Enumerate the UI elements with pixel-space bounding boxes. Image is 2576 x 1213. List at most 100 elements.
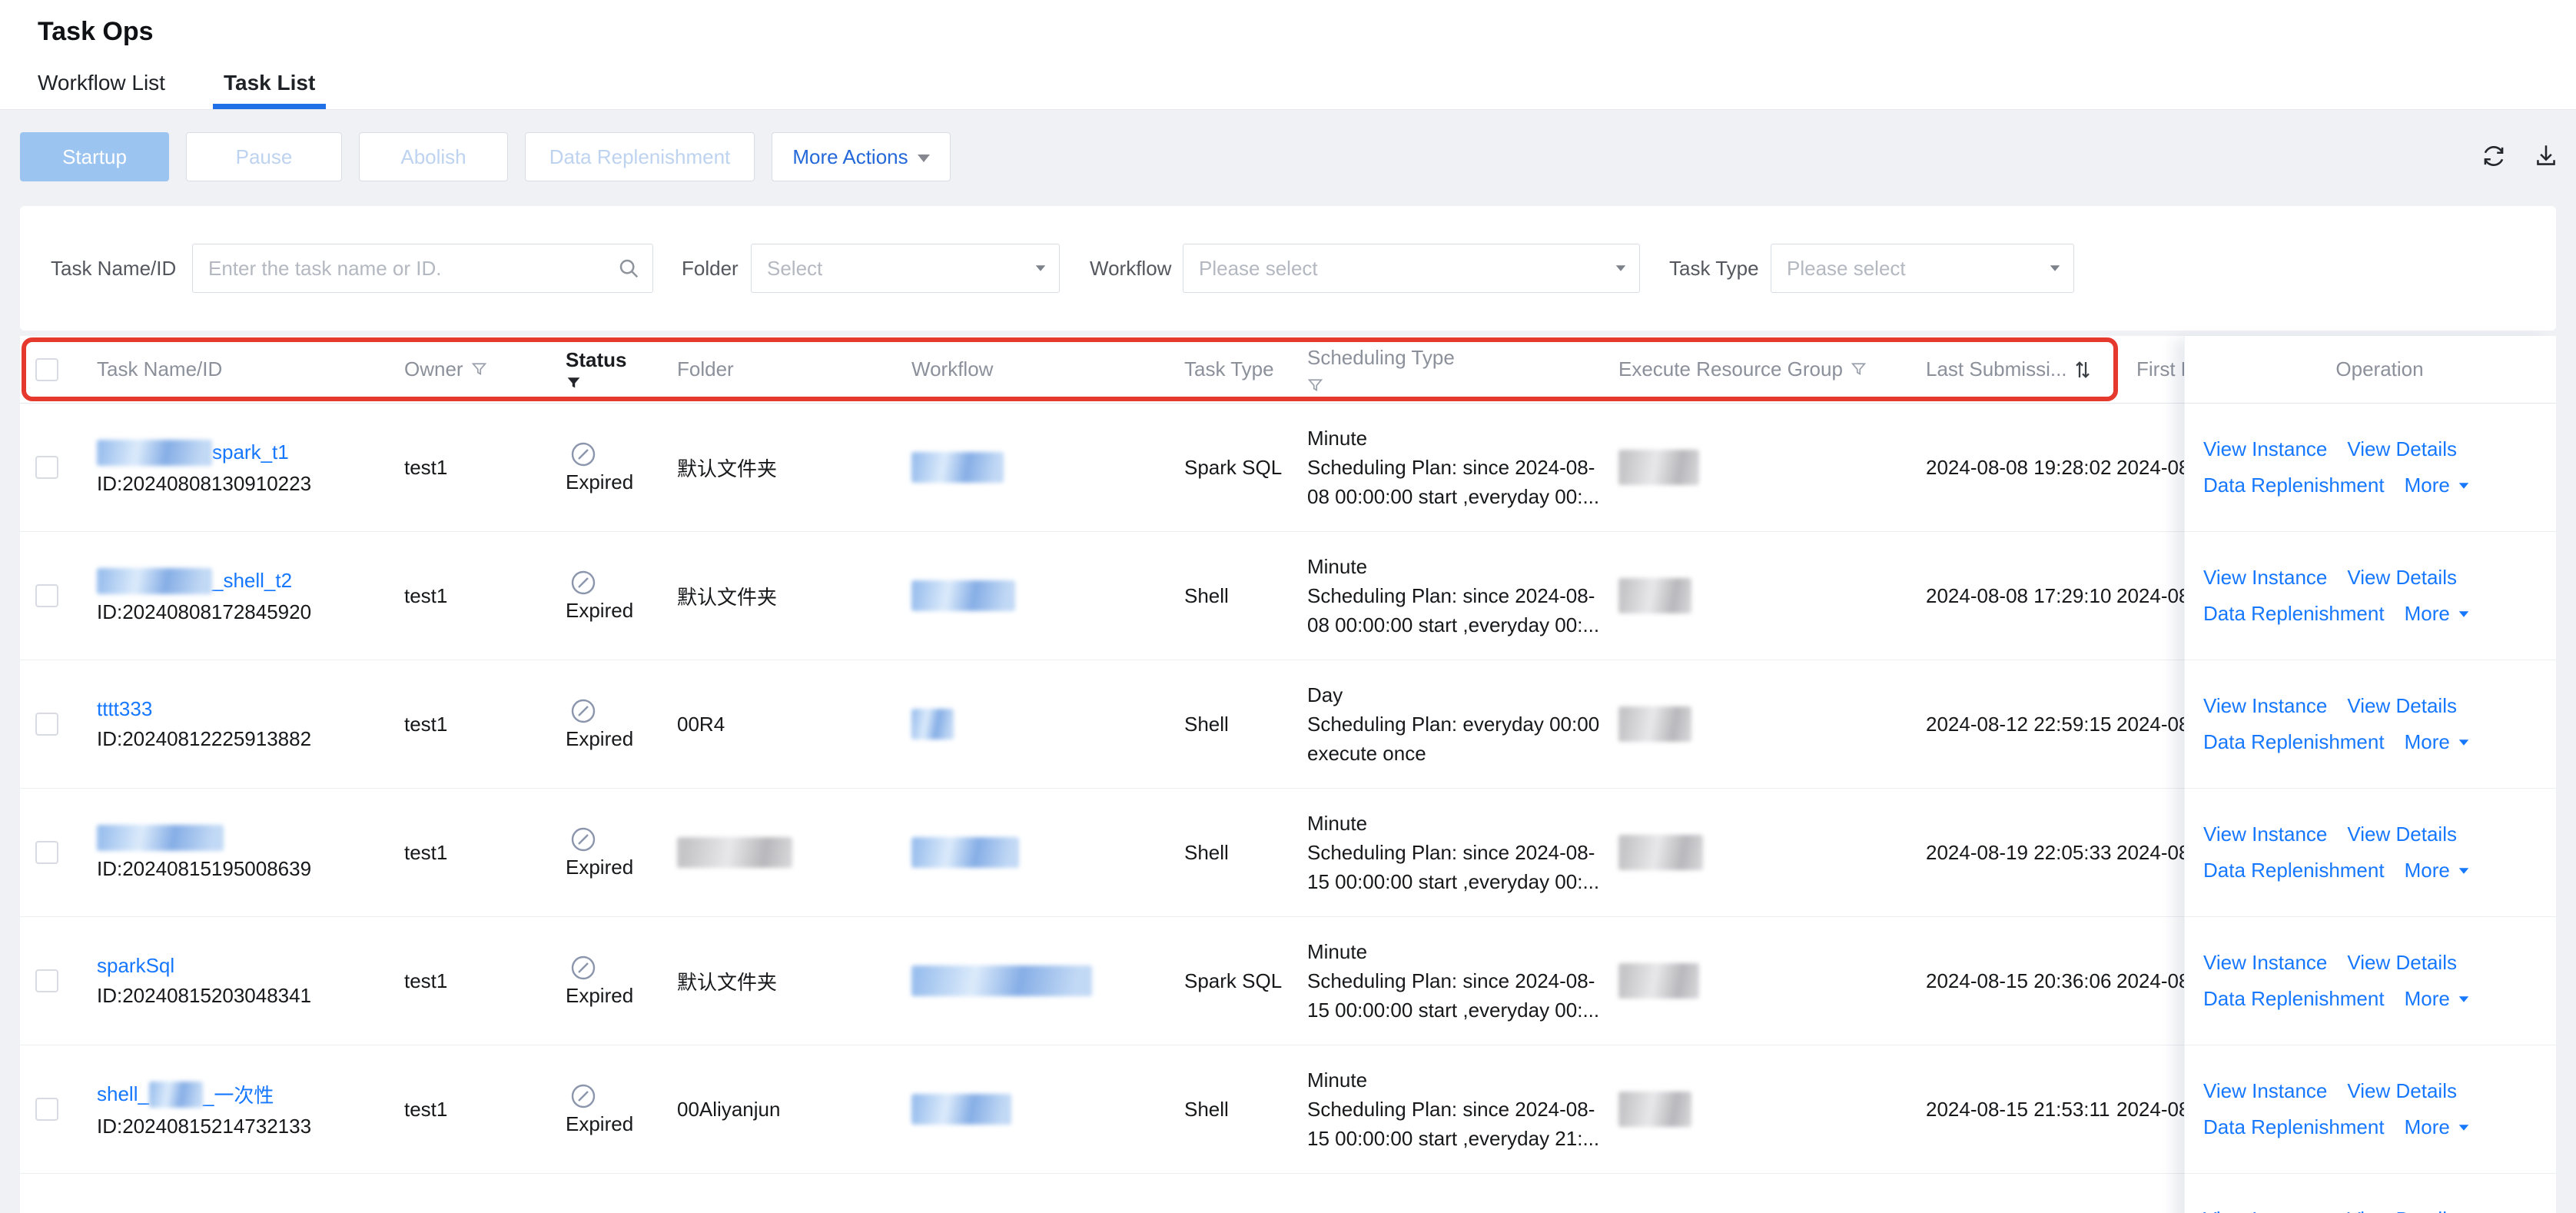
data-replenishment-link[interactable]: Data Replenishment	[2203, 1115, 2385, 1139]
row-checkbox[interactable]	[35, 841, 58, 864]
task-name-cell: _shell_t2 ID:20240808172845920	[77, 532, 384, 660]
tab-task-list[interactable]: Task List	[224, 71, 315, 109]
operation-cell: View Instance View Details Data Replenishm…	[2184, 1045, 2556, 1173]
search-icon	[617, 257, 640, 280]
data-replenishment-link[interactable]: Data Replenishment	[2203, 859, 2385, 882]
row-select-cell	[20, 1174, 77, 1213]
view-instance-link[interactable]: View Instance	[2203, 437, 2327, 461]
view-instance-link[interactable]: View Instance	[2203, 1208, 2327, 1213]
redacted-resource-group	[1618, 578, 1691, 613]
data-replenishment-button[interactable]: Data Replenishment	[525, 132, 755, 181]
table-header-row: Task Name/IDOwnerStatusFolderWorkflowTas…	[20, 336, 2556, 404]
workflow-filter-label: Workflow	[1090, 206, 1171, 331]
schedule-line: 15 00:00:00 start ,everyday 00:...	[1307, 995, 1599, 1025]
data-replenishment-link[interactable]: Data Replenishment	[2203, 474, 2385, 497]
task-type-cell: Shell	[1164, 789, 1287, 916]
redacted-resource-group	[1618, 450, 1699, 485]
workflow-select[interactable]: Please select	[1183, 244, 1640, 293]
task-name-link[interactable]: shell__一次性	[97, 1080, 274, 1108]
search-input[interactable]	[193, 244, 652, 292]
filter-funnel-icon	[1307, 377, 1323, 394]
view-instance-link[interactable]: View Instance	[2203, 1079, 2327, 1103]
column-header-status[interactable]: Status	[546, 348, 657, 391]
row-checkbox[interactable]	[35, 456, 58, 479]
resource-group-cell	[1598, 789, 1906, 916]
filter-funnel-icon	[1851, 361, 1867, 377]
select-all-checkbox[interactable]	[35, 358, 58, 381]
column-header-owner[interactable]: Owner	[384, 357, 546, 381]
task-type-cell	[1164, 1174, 1287, 1213]
tab-bar: Workflow List Task List	[38, 71, 315, 109]
more-link[interactable]: More	[2405, 602, 2470, 626]
column-header-resource[interactable]: Execute Resource Group	[1598, 357, 1906, 381]
row-checkbox[interactable]	[35, 1098, 58, 1121]
task-type-text: Shell	[1184, 841, 1229, 865]
data-replenishment-link[interactable]: Data Replenishment	[2203, 602, 2385, 626]
more-label: More	[2405, 859, 2450, 882]
status-cell: Expired	[546, 532, 657, 660]
owner-cell: test1	[384, 404, 546, 531]
task-name-text: tttt333	[97, 697, 152, 721]
startup-button[interactable]: Startup	[20, 132, 169, 181]
first-execution-time: 2024-08	[2116, 456, 2189, 480]
more-link[interactable]: More	[2405, 1115, 2470, 1139]
column-header-task_type: Task Type	[1164, 357, 1287, 381]
task-name-link[interactable]	[97, 825, 224, 851]
redacted-task-name	[97, 825, 224, 851]
folder-select[interactable]: Select	[751, 244, 1060, 293]
workflow-cell	[891, 404, 1164, 531]
view-details-link[interactable]: View Details	[2347, 437, 2457, 461]
filter-funnel-icon	[471, 361, 487, 377]
view-details-link[interactable]: View Details	[2347, 823, 2457, 846]
view-details-link[interactable]: View Details	[2347, 566, 2457, 590]
scheduling-type-cell: MinuteScheduling Plan: since 2024-08-15 …	[1287, 917, 1598, 1045]
column-header-label: Owner	[404, 357, 463, 381]
task-id: ID:20240808172845920	[97, 600, 311, 624]
column-header-schedule[interactable]: Scheduling Type	[1287, 346, 1598, 394]
task-name-link[interactable]: tttt333	[97, 697, 152, 721]
column-header-last_submit[interactable]: Last Submissi...	[1906, 357, 2116, 381]
view-instance-link[interactable]: View Instance	[2203, 951, 2327, 975]
task-name-link[interactable]: spark_t1	[97, 440, 289, 466]
folder-text: 00R4	[677, 713, 725, 736]
last-submission-cell: 2024-08-08 17:29:10	[1906, 532, 2116, 660]
folder-cell	[657, 789, 891, 916]
row-checkbox[interactable]	[35, 969, 58, 992]
view-details-link[interactable]: View Details	[2347, 1079, 2457, 1103]
table-body: spark_t1ID:20240808130910223test1Expired…	[20, 404, 2556, 1213]
task-name-search-field[interactable]	[192, 244, 653, 293]
view-details-link[interactable]: View Details	[2347, 694, 2457, 718]
operation-line-1: View Instance View Details	[2203, 951, 2556, 975]
workflow-cell	[891, 917, 1164, 1045]
download-icon[interactable]	[2531, 141, 2561, 171]
task-name-link[interactable]: _shell_t2	[97, 568, 292, 594]
view-instance-link[interactable]: View Instance	[2203, 694, 2327, 718]
workflow-cell	[891, 1045, 1164, 1173]
data-replenishment-link[interactable]: Data Replenishment	[2203, 987, 2385, 1011]
task-type-select[interactable]: Please select	[1771, 244, 2074, 293]
more-link[interactable]: More	[2405, 987, 2470, 1011]
more-actions-button[interactable]: More Actions	[772, 132, 951, 181]
schedule-line: Minute	[1307, 552, 1367, 581]
refresh-icon[interactable]	[2479, 141, 2508, 171]
more-link[interactable]: More	[2405, 474, 2470, 497]
task-type-select-value: Please select	[1771, 257, 1906, 281]
view-details-link[interactable]: View Details	[2347, 1208, 2457, 1213]
task-name-text: sparkSql	[97, 954, 174, 978]
task-name-link[interactable]: sparkSql	[97, 954, 174, 978]
row-checkbox[interactable]	[35, 713, 58, 736]
tab-workflow-list[interactable]: Workflow List	[38, 71, 165, 109]
data-replenishment-link[interactable]: Data Replenishment	[2203, 730, 2385, 754]
view-instance-link[interactable]: View Instance	[2203, 823, 2327, 846]
pause-button[interactable]: Pause	[186, 132, 342, 181]
row-checkbox[interactable]	[35, 584, 58, 607]
workflow-cell	[891, 660, 1164, 788]
operation-header-label: Operation	[2335, 357, 2423, 381]
view-details-link[interactable]: View Details	[2347, 951, 2457, 975]
owner-text: test1	[404, 713, 447, 736]
more-link[interactable]: More	[2405, 859, 2470, 882]
abolish-button[interactable]: Abolish	[359, 132, 508, 181]
last-submission-cell: 2024-08-12 22:59:15	[1906, 660, 2116, 788]
more-link[interactable]: More	[2405, 730, 2470, 754]
view-instance-link[interactable]: View Instance	[2203, 566, 2327, 590]
